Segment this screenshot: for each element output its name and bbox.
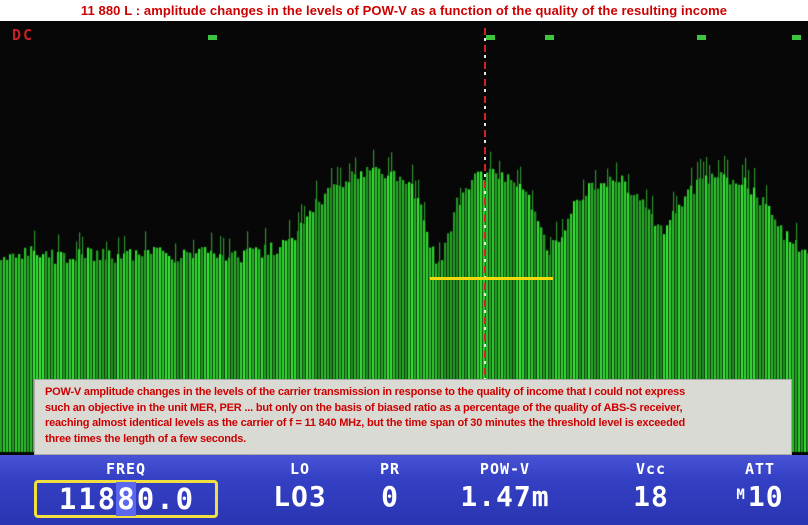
annotation-line: POW-V amplitude changes in the levels of… xyxy=(45,385,785,401)
dc-indicator: DC xyxy=(12,26,34,44)
tick-mark xyxy=(792,35,801,40)
freq-digit[interactable]: 8 xyxy=(97,482,116,516)
att-value: M10 xyxy=(712,480,808,513)
status-col-powv: POW-V 1.47m xyxy=(420,455,590,525)
status-col-lo: LO LO3 xyxy=(240,455,360,525)
vcc-value: 18 xyxy=(590,480,712,513)
status-col-pr: PR 0 xyxy=(360,455,420,525)
frequency-marker-line[interactable] xyxy=(484,28,486,380)
spectrum-screen: DC POW-V amplitude changes in the levels… xyxy=(0,21,808,455)
att-mode-prefix: M xyxy=(736,487,745,503)
freq-digit[interactable]: 1 xyxy=(77,482,96,516)
att-label: ATT xyxy=(712,455,808,478)
freq-digit[interactable]: . xyxy=(155,482,174,516)
att-number: 10 xyxy=(748,480,784,513)
annotation-line: three times the length of a few seconds. xyxy=(45,432,785,448)
lo-value: LO3 xyxy=(240,480,360,513)
status-col-att: ATT M10 xyxy=(712,455,808,525)
freq-digit[interactable]: 8 xyxy=(116,482,135,516)
powv-label: POW-V xyxy=(420,455,590,478)
device-screenshot: { "header": { "title": "11 880 L : ampli… xyxy=(0,0,808,525)
tick-mark xyxy=(208,35,217,40)
status-bar: FREQ 11880.0 LO LO3 PR 0 POW-V 1.47m Vcc… xyxy=(0,455,808,525)
lo-label: LO xyxy=(240,455,360,478)
freq-digit[interactable]: 0 xyxy=(136,482,155,516)
pr-label: PR xyxy=(360,455,420,478)
tick-mark xyxy=(697,35,706,40)
tick-mark xyxy=(486,35,495,40)
freq-digit[interactable]: 1 xyxy=(58,482,77,516)
tick-mark xyxy=(545,35,554,40)
freq-value-box[interactable]: 11880.0 xyxy=(34,480,218,518)
powv-value: 1.47m xyxy=(420,480,590,513)
annotation-line: reaching almost identical levels as the … xyxy=(45,416,785,432)
freq-digit[interactable]: 0 xyxy=(175,482,194,516)
vcc-label: Vcc xyxy=(590,455,712,478)
status-col-vcc: Vcc 18 xyxy=(590,455,712,525)
annotation-box: POW-V amplitude changes in the levels of… xyxy=(34,379,792,455)
freq-label: FREQ xyxy=(34,455,218,478)
page-title: 11 880 L : amplitude changes in the leve… xyxy=(81,3,727,18)
freq-value[interactable]: 11880.0 xyxy=(57,482,195,516)
pr-value: 0 xyxy=(360,480,420,513)
header-bar: 11 880 L : amplitude changes in the leve… xyxy=(0,0,808,21)
threshold-line xyxy=(430,277,553,280)
annotation-line: such an objective in the unit MER, PER .… xyxy=(45,401,785,417)
status-col-freq: FREQ 11880.0 xyxy=(0,455,240,525)
